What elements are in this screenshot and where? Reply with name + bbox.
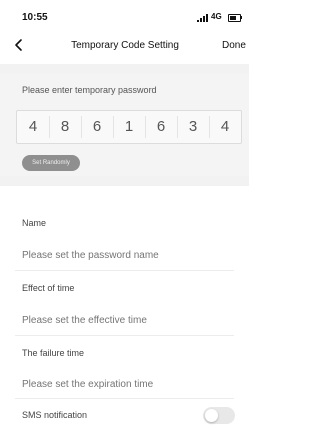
code-digit: 6 [92, 118, 102, 135]
code-input[interactable]: 4 8 6 1 6 3 4 [16, 110, 242, 144]
code-digit: 8 [60, 118, 70, 135]
network-type: 4G [211, 12, 222, 21]
expiration-time-input[interactable] [22, 376, 232, 392]
field-divider [15, 335, 234, 336]
section-spacer [0, 176, 249, 186]
sms-notification-toggle[interactable] [203, 407, 235, 424]
battery-tip [241, 16, 242, 19]
field-divider [15, 270, 234, 271]
sms-notification-label: SMS notification [22, 410, 88, 420]
effective-time-input[interactable] [22, 312, 232, 328]
code-digit: 1 [124, 118, 134, 135]
code-digit: 4 [220, 118, 230, 135]
name-label: Name [22, 218, 47, 228]
field-divider [15, 398, 234, 399]
code-digit: 4 [28, 118, 38, 135]
done-button[interactable]: Done [222, 40, 246, 51]
password-label: Please enter temporary password [22, 85, 157, 95]
back-chevron-icon[interactable] [12, 38, 26, 52]
code-digit: 3 [188, 118, 198, 135]
section-spacer [0, 64, 249, 74]
set-randomly-button[interactable]: Set Randomly [22, 155, 80, 171]
failure-time-label: The failure time [22, 348, 85, 358]
status-time: 10:55 [22, 12, 48, 23]
toggle-knob [205, 409, 218, 422]
page-title: Temporary Code Setting [71, 40, 179, 51]
effect-time-label: Effect of time [22, 283, 75, 293]
name-input[interactable] [22, 247, 232, 263]
battery-icon [228, 14, 241, 22]
signal-icon [197, 14, 209, 22]
code-digit: 6 [156, 118, 166, 135]
